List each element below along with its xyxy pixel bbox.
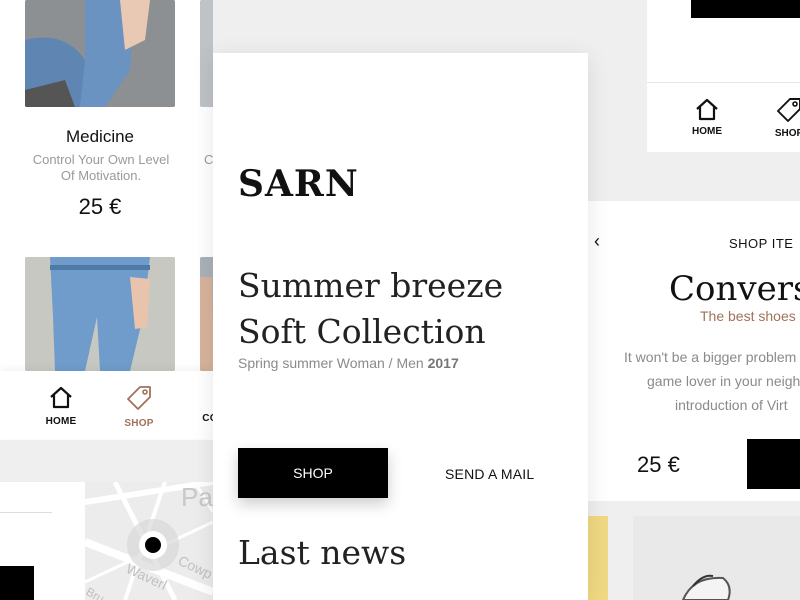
product-image-jeans-kneeling[interactable] <box>25 0 175 107</box>
nav-shop-label: SHOP <box>124 418 154 429</box>
product-image-tile[interactable] <box>633 516 800 600</box>
detail-description: It won't be a bigger problem game lover … <box>588 345 800 417</box>
top-right-card: HOME SHOP <box>647 0 800 152</box>
nav-shop[interactable]: SHOP <box>118 385 160 429</box>
nav-home[interactable]: HOME <box>40 385 82 427</box>
nav-home[interactable]: HOME <box>687 97 727 137</box>
news-tile-yellow[interactable] <box>588 516 608 600</box>
subtitle-text: Spring summer Woman / Men <box>238 355 424 371</box>
detail-title: Convers <box>669 269 800 309</box>
detail-price: 25 € <box>637 452 680 477</box>
tag-icon <box>127 386 151 410</box>
brand-logo[interactable]: SARN <box>238 163 359 205</box>
home-icon <box>50 386 72 409</box>
product-detail-card: ‹ SHOP ITE Convers The best shoes f It w… <box>588 201 800 501</box>
collection-subtitle: Spring summer Woman / Men 2017 <box>238 355 459 371</box>
top-right-button[interactable] <box>691 0 800 18</box>
map-action-button[interactable] <box>0 566 34 600</box>
tag-icon <box>777 98 800 122</box>
map-pin-icon <box>145 537 161 553</box>
detail-text-line: introduction of Virt <box>675 397 788 413</box>
detail-header: SHOP ITE <box>729 236 794 251</box>
nav-shop-label: SHOP <box>774 128 800 139</box>
map-label-1: Pa <box>181 482 213 512</box>
nav-contact-partial[interactable]: CO <box>200 413 213 424</box>
headline-line-2: Soft Collection <box>238 312 486 351</box>
product-description-partial: C <box>204 152 213 167</box>
map-card: Pa Cowp Waverl Bru <box>0 482 213 600</box>
nav-shop[interactable]: SHOP <box>769 97 800 139</box>
divider <box>0 512 52 513</box>
detail-tagline: The best shoes f <box>700 308 800 324</box>
send-mail-link[interactable]: SEND A MAIL <box>445 466 534 482</box>
section-title-last-news: Last news <box>238 533 407 572</box>
detail-text-line: It won't be a bigger problem <box>624 349 797 365</box>
product-image-coat[interactable] <box>200 0 213 107</box>
add-to-cart-button[interactable] <box>747 439 800 489</box>
chevron-left-icon[interactable]: ‹ <box>594 231 600 252</box>
home-icon <box>696 98 718 121</box>
bottom-navigation: HOME SHOP CO <box>0 371 213 439</box>
product-name[interactable]: Medicine <box>0 127 200 147</box>
nav-home-label: HOME <box>45 416 77 427</box>
headline-line-1: Summer breeze <box>238 266 504 305</box>
page-title: Summer breeze Soft Collection <box>238 263 503 355</box>
subtitle-year: 2017 <box>427 355 459 371</box>
detail-text-line: game lover in your neigh <box>647 373 800 389</box>
product-description: Control Your Own Level Of Motivation. <box>32 152 170 183</box>
shop-button[interactable]: SHOP <box>238 448 388 498</box>
nav-contact-label: CO <box>202 413 213 424</box>
nav-home-label: HOME <box>692 126 722 137</box>
divider <box>647 82 800 83</box>
product-price: 25 € <box>78 194 122 219</box>
product-grid-card: Medicine Control Your Own Level Of Motiv… <box>0 0 213 440</box>
map-view[interactable]: Pa Cowp Waverl Bru <box>85 482 213 600</box>
main-landing-card: SARN Summer breeze Soft Collection Sprin… <box>213 53 588 600</box>
product-image-partial[interactable] <box>200 257 213 371</box>
product-image-jeans[interactable] <box>25 257 175 371</box>
